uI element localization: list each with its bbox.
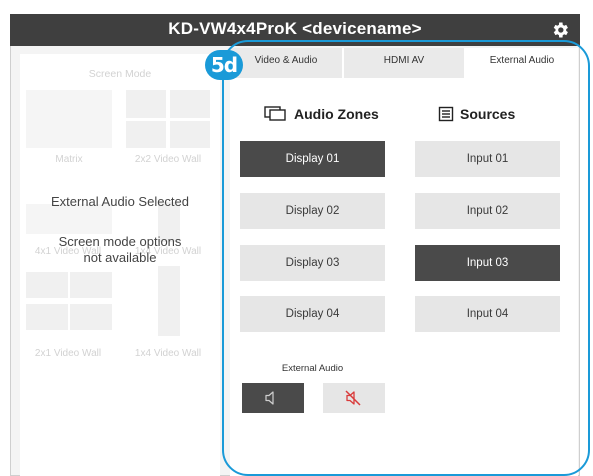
speaker-muted-icon — [345, 390, 361, 406]
video-wall-tile — [126, 121, 166, 148]
mode-label: Matrix — [55, 154, 83, 165]
display-01-button[interactable]: Display 01 — [240, 141, 385, 177]
video-wall-tile — [26, 272, 68, 298]
input-02-button[interactable]: Input 02 — [415, 193, 560, 229]
tab-external-audio[interactable]: External Audio — [466, 48, 578, 78]
audio-zones-heading: Audio Zones — [264, 106, 379, 122]
video-wall-tile — [26, 304, 68, 330]
notice-line: Screen mode options — [58, 234, 182, 249]
display-03-button[interactable]: Display 03 — [240, 245, 385, 281]
video-wall-tile — [170, 90, 210, 118]
video-wall-tile — [70, 272, 112, 298]
display-02-button[interactable]: Display 02 — [240, 193, 385, 229]
external-audio-label: External Audio — [281, 363, 344, 374]
mode-label: 2x1 Video Wall — [34, 348, 102, 359]
audio-on-button[interactable] — [242, 383, 304, 413]
tab-video-audio[interactable]: Video & Audio — [230, 48, 342, 78]
title-bar: KD-VW4x4ProK <devicename> — [10, 14, 580, 46]
mode-label: 1x4 Video Wall — [134, 348, 202, 359]
mode-label: 2x2 Video Wall — [134, 154, 202, 165]
display-04-button[interactable]: Display 04 — [240, 296, 385, 332]
input-01-button[interactable]: Input 01 — [415, 141, 560, 177]
gear-icon[interactable] — [550, 20, 570, 40]
external-audio-notice: External Audio Selected — [50, 194, 190, 209]
sources-heading: Sources — [438, 106, 515, 122]
tab-hdmi-av[interactable]: HDMI AV — [344, 48, 464, 78]
matrix-preview — [26, 90, 112, 148]
video-wall-tile — [70, 304, 112, 330]
displays-icon — [264, 106, 286, 121]
notice-line: not available — [83, 250, 157, 265]
sources-list-icon — [438, 106, 454, 122]
input-04-button[interactable]: Input 04 — [415, 296, 560, 332]
callout-badge: 5d — [205, 50, 243, 80]
screen-mode-heading: Screen Mode — [88, 68, 152, 80]
mute-button[interactable] — [323, 383, 385, 413]
tab-bar: Video & Audio HDMI AV External Audio — [230, 48, 578, 78]
window-title: KD-VW4x4ProK <devicename> — [168, 19, 422, 38]
input-03-button[interactable]: Input 03 — [415, 245, 560, 281]
sources-label: Sources — [460, 106, 516, 122]
speaker-icon — [265, 391, 274, 405]
audio-zones-label: Audio Zones — [294, 106, 379, 122]
video-wall-tile — [170, 121, 210, 148]
screen-mode-panel: Screen Mode Matrix 2x2 Video Wall 4x1 Vi… — [20, 54, 220, 476]
video-wall-tile — [158, 266, 180, 336]
video-wall-tile — [126, 90, 166, 118]
